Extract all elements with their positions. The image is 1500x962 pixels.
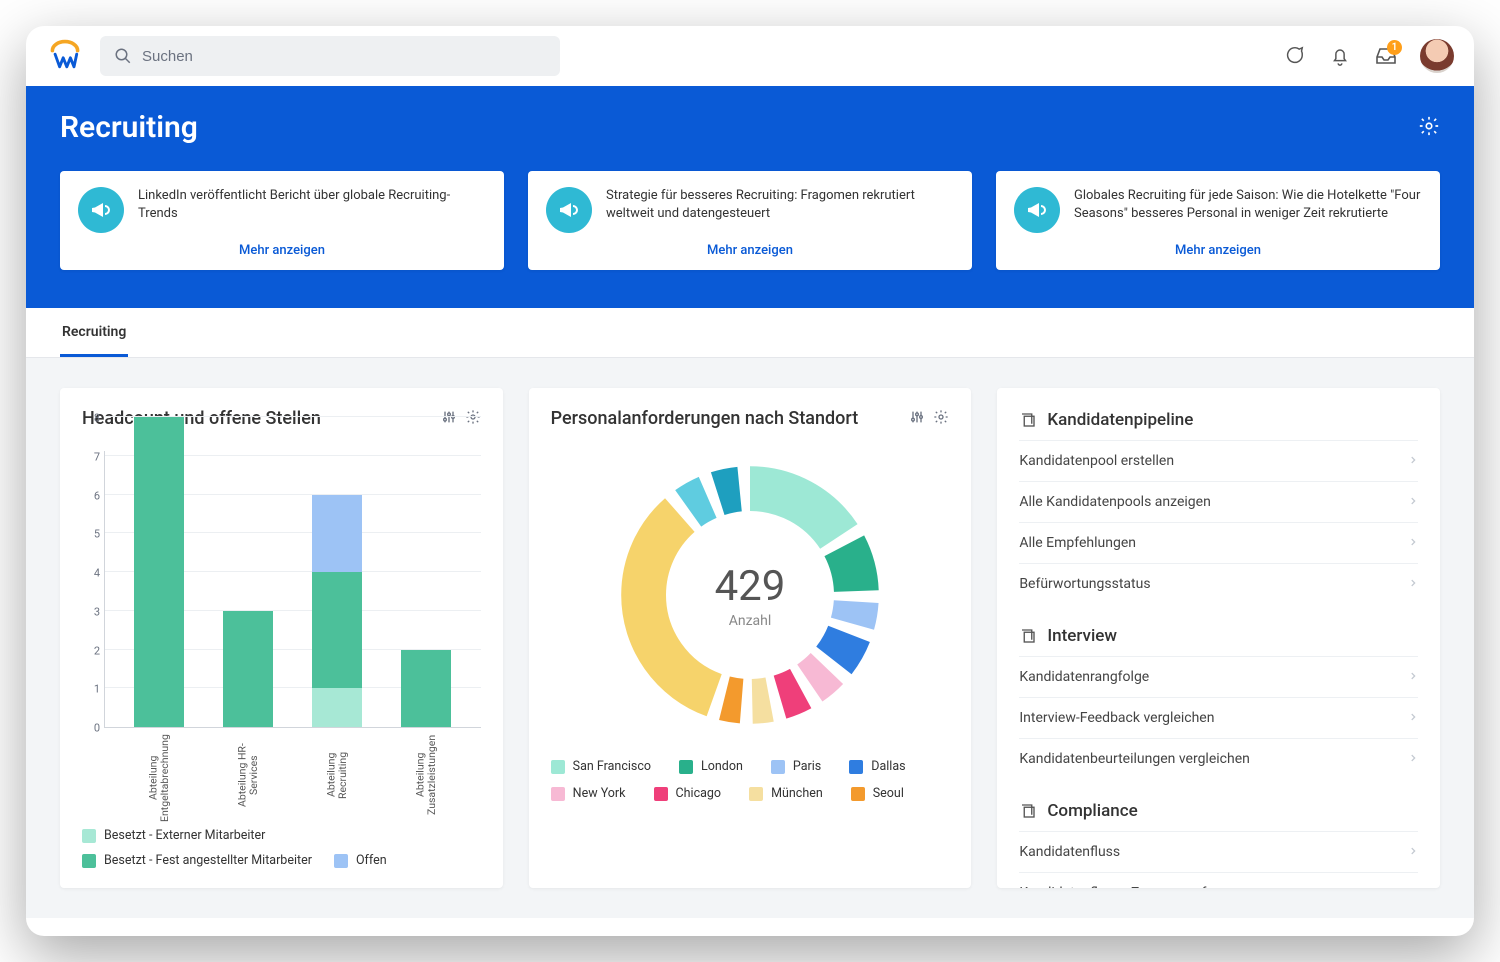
x-label: Abteilung Recruiting <box>312 734 362 816</box>
panel-title: Headcount und offene Stellen <box>82 408 321 429</box>
bar <box>134 417 184 727</box>
x-label: Abteilung Entgeltabrechnung <box>134 734 184 816</box>
chevron-right-icon <box>1408 751 1418 767</box>
megaphone-icon <box>1014 187 1060 233</box>
bar <box>401 650 451 728</box>
stack-icon <box>1019 411 1037 429</box>
group-title: Compliance <box>1019 797 1418 831</box>
megaphone-icon <box>78 187 124 233</box>
panel-headcount: Headcount und offene Stellen 012345678 A… <box>60 388 503 888</box>
link-row[interactable]: Befürwortungsstatus <box>1019 563 1418 604</box>
chevron-right-icon <box>1408 535 1418 551</box>
legend-item: Dallas <box>849 759 905 774</box>
link-row[interactable]: Kandidatenfluss - Zusammenfassung <box>1019 872 1418 888</box>
chevron-right-icon <box>1408 844 1418 860</box>
legend-item: Chicago <box>654 786 722 801</box>
search-input[interactable] <box>142 48 546 65</box>
link-row[interactable]: Kandidatenfluss <box>1019 831 1418 872</box>
gear-icon[interactable] <box>1418 115 1440 141</box>
legend-item: San Francisco <box>551 759 651 774</box>
announcement-card: LinkedIn veröffentlicht Bericht über glo… <box>60 171 504 270</box>
bell-icon[interactable] <box>1328 44 1352 68</box>
chat-icon[interactable] <box>1282 44 1306 68</box>
donut-label: Anzahl <box>729 613 772 629</box>
legend-item: Seoul <box>851 786 904 801</box>
group-title: Kandidatenpipeline <box>1019 406 1418 440</box>
dashboard: Headcount und offene Stellen 012345678 A… <box>26 358 1474 918</box>
filter-icon[interactable] <box>909 409 925 429</box>
announcement-card: Globales Recruiting für jede Saison: Wie… <box>996 171 1440 270</box>
chevron-right-icon <box>1408 494 1418 510</box>
link-group: Compliance KandidatenflussKandidatenflus… <box>1019 797 1418 888</box>
tab-recruiting[interactable]: Recruiting <box>60 308 128 357</box>
show-more-link[interactable]: Mehr anzeigen <box>1014 243 1422 258</box>
bar <box>223 611 273 727</box>
link-row[interactable]: Interview-Feedback vergleichen <box>1019 697 1418 738</box>
inbox-icon[interactable]: 1 <box>1374 44 1398 68</box>
panel-requisitions: Personalanforderungen nach Standort 429 … <box>529 388 972 888</box>
panel-title: Personalanforderungen nach Standort <box>551 408 859 429</box>
chevron-right-icon <box>1408 885 1418 888</box>
link-row[interactable]: Kandidatenbeurteilungen vergleichen <box>1019 738 1418 779</box>
announcement-text: Globales Recruiting für jede Saison: Wie… <box>1074 187 1422 233</box>
panel-links: Kandidatenpipeline Kandidatenpool erstel… <box>997 388 1440 888</box>
link-row[interactable]: Alle Kandidatenpools anzeigen <box>1019 481 1418 522</box>
link-group: Interview KandidatenrangfolgeInterview-F… <box>1019 622 1418 779</box>
page-title: Recruiting <box>60 110 198 145</box>
bar <box>312 495 362 728</box>
stack-icon <box>1019 802 1037 820</box>
tabs: Recruiting <box>26 308 1474 358</box>
top-bar: 1 <box>26 26 1474 86</box>
legend-item: München <box>749 786 823 801</box>
donut-chart: 429 Anzahl <box>610 455 890 735</box>
group-title: Interview <box>1019 622 1418 656</box>
megaphone-icon <box>546 187 592 233</box>
chevron-right-icon <box>1408 576 1418 592</box>
hero-banner: Recruiting LinkedIn veröffentlicht Beric… <box>26 86 1474 308</box>
legend-item: London <box>679 759 743 774</box>
stack-icon <box>1019 627 1037 645</box>
inbox-badge: 1 <box>1387 40 1402 55</box>
legend-fest: Besetzt - Fest angestellter Mitarbeiter <box>82 853 312 868</box>
donut-value: 429 <box>715 562 786 611</box>
legend-extern: Besetzt - Externer Mitarbeiter <box>82 828 265 843</box>
announcement-text: LinkedIn veröffentlicht Bericht über glo… <box>138 187 486 233</box>
legend-item: Paris <box>771 759 821 774</box>
search-icon <box>114 47 132 65</box>
filter-icon[interactable] <box>441 409 457 429</box>
link-row[interactable]: Kandidatenpool erstellen <box>1019 440 1418 481</box>
legend-item: New York <box>551 786 626 801</box>
announcement-card: Strategie für besseres Recruiting: Frago… <box>528 171 972 270</box>
workday-logo <box>46 37 84 75</box>
search-box[interactable] <box>100 36 560 76</box>
chevron-right-icon <box>1408 453 1418 469</box>
show-more-link[interactable]: Mehr anzeigen <box>78 243 486 258</box>
avatar[interactable] <box>1420 39 1454 73</box>
link-group: Kandidatenpipeline Kandidatenpool erstel… <box>1019 406 1418 604</box>
link-row[interactable]: Alle Empfehlungen <box>1019 522 1418 563</box>
x-label: Abteilung Zusatzleistungen <box>401 734 451 816</box>
show-more-link[interactable]: Mehr anzeigen <box>546 243 954 258</box>
legend-offen: Offen <box>334 853 387 868</box>
gear-icon[interactable] <box>465 409 481 429</box>
gear-icon[interactable] <box>933 409 949 429</box>
bar-chart: 012345678 <box>82 451 481 728</box>
chevron-right-icon <box>1408 669 1418 685</box>
chevron-right-icon <box>1408 710 1418 726</box>
announcement-text: Strategie für besseres Recruiting: Frago… <box>606 187 954 233</box>
x-label: Abteilung HR-Services <box>223 734 273 816</box>
link-row[interactable]: Kandidatenrangfolge <box>1019 656 1418 697</box>
